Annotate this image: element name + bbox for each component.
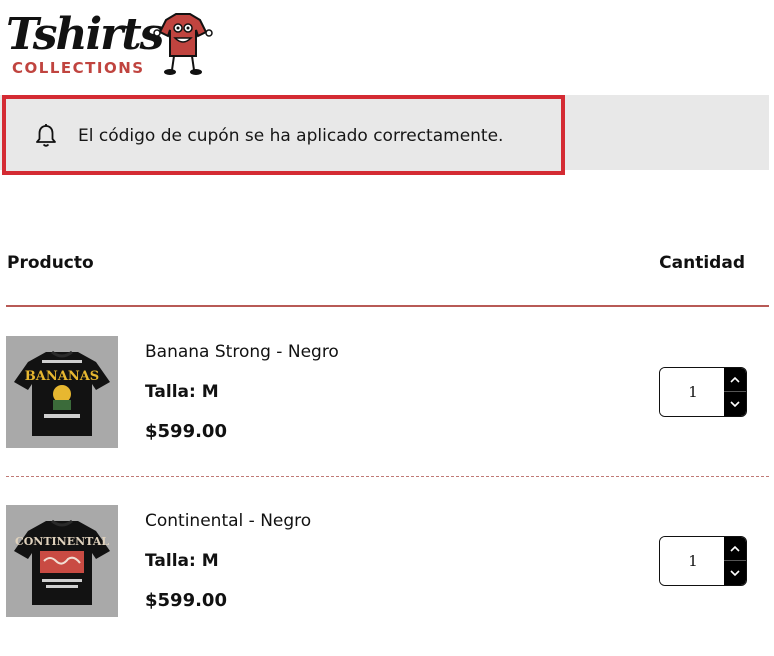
quantity-increase-button[interactable] xyxy=(724,368,746,392)
quantity-increase-button[interactable] xyxy=(724,537,746,561)
coupon-notice: El código de cupón se ha aplicado correc… xyxy=(2,95,565,175)
svg-text:CONTINENTAL: CONTINENTAL xyxy=(15,535,109,548)
svg-text:BANANAS: BANANAS xyxy=(25,369,99,384)
product-name[interactable]: Banana Strong - Negro xyxy=(145,340,339,364)
chevron-up-icon xyxy=(730,545,740,552)
notice-message: El código de cupón se ha aplicado correc… xyxy=(78,126,504,146)
logo-subtitle: COLLECTIONS xyxy=(12,59,145,77)
product-price: $599.00 xyxy=(145,590,227,611)
bell-icon xyxy=(36,124,56,147)
product-thumbnail[interactable]: CONTINENTAL xyxy=(6,505,118,617)
column-header-quantity: Cantidad xyxy=(659,253,745,273)
tshirt-continental-image: CONTINENTAL xyxy=(6,505,118,617)
chevron-up-icon xyxy=(730,376,740,383)
cart-row: BANANAS Banana Strong - Negro Talla: M $… xyxy=(0,336,774,456)
tshirt-mascot-icon xyxy=(153,13,213,75)
product-size: Talla: M xyxy=(145,551,219,571)
quantity-buttons xyxy=(724,537,746,585)
site-logo[interactable]: Tshirts COLLECTIONS xyxy=(6,10,216,78)
quantity-input[interactable]: 1 xyxy=(660,368,726,416)
product-thumbnail[interactable]: BANANAS xyxy=(6,336,118,448)
header-divider xyxy=(6,305,769,307)
tshirt-bananas-image: BANANAS xyxy=(6,336,118,448)
quantity-buttons xyxy=(724,368,746,416)
product-price: $599.00 xyxy=(145,421,227,442)
quantity-decrease-button[interactable] xyxy=(724,392,746,416)
quantity-decrease-button[interactable] xyxy=(724,561,746,585)
chevron-down-icon xyxy=(730,569,740,576)
product-size: Talla: M xyxy=(145,382,219,402)
logo-wordmark: Tshirts xyxy=(6,9,164,60)
quantity-stepper[interactable]: 1 xyxy=(659,536,747,586)
quantity-input[interactable]: 1 xyxy=(660,537,726,585)
row-divider xyxy=(6,476,769,477)
column-header-product: Producto xyxy=(7,253,94,273)
product-name[interactable]: Continental - Negro xyxy=(145,509,311,533)
quantity-stepper[interactable]: 1 xyxy=(659,367,747,417)
chevron-down-icon xyxy=(730,400,740,407)
cart-row: CONTINENTAL Continental - Negro Talla: M… xyxy=(0,505,774,625)
